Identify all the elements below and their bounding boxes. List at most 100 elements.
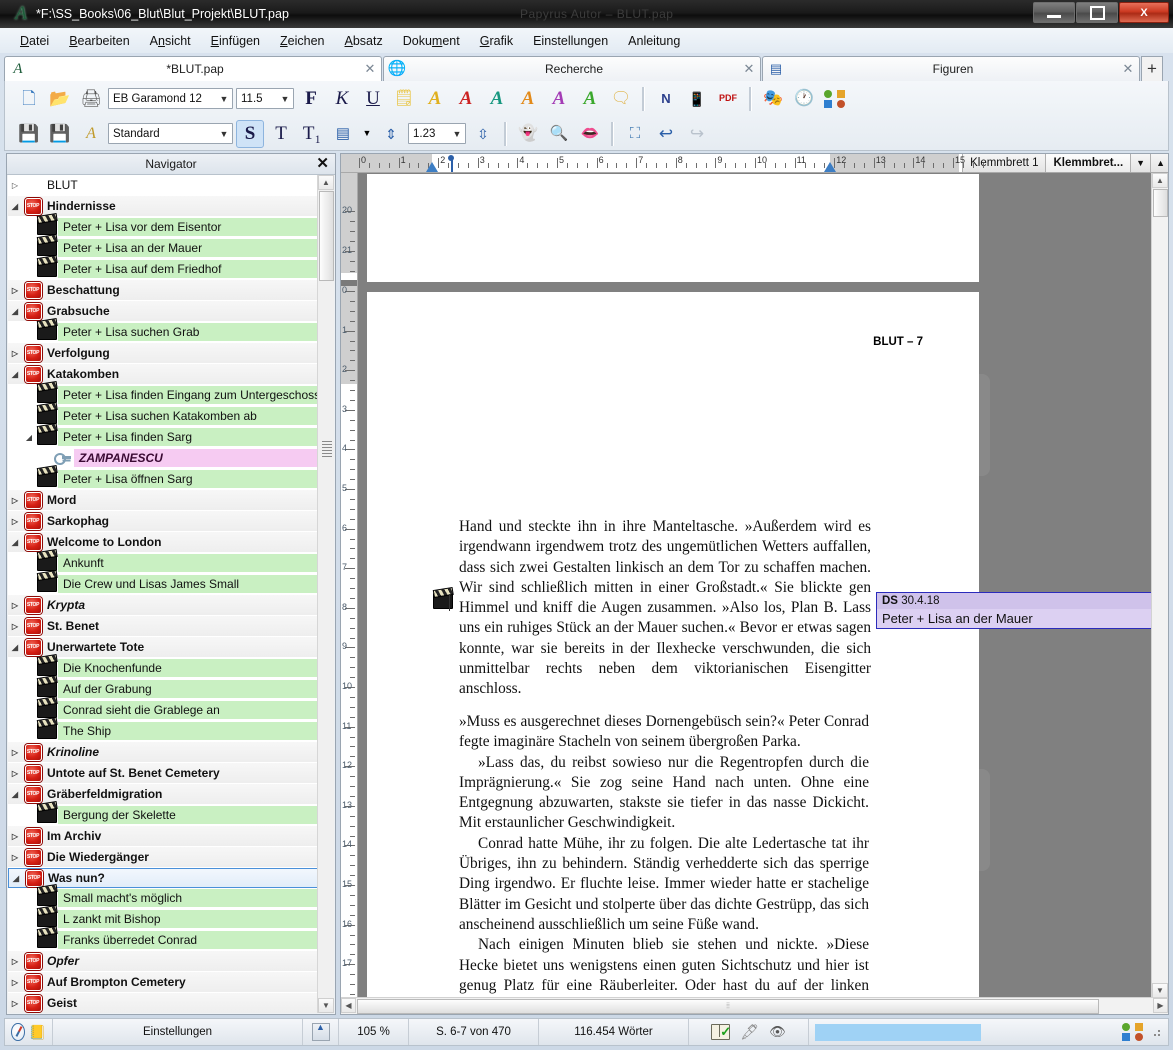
collapse-icon[interactable]: ◢: [8, 202, 22, 211]
notebook-icon[interactable]: 📒: [29, 1024, 46, 1041]
style-orange-icon[interactable]: A: [514, 85, 542, 113]
tab-close-icon[interactable]: ✕: [1117, 61, 1139, 77]
detective-icon[interactable]: 🔍: [545, 120, 573, 148]
status-zoom[interactable]: 105 %: [339, 1019, 409, 1045]
style-s-button[interactable]: S: [236, 119, 264, 148]
menu-zeichen[interactable]: Zeichen: [270, 31, 334, 51]
navigator-row[interactable]: ▷ STOP Sarkophag: [8, 511, 318, 532]
clipboard-tab-2[interactable]: Klemmbret...: [1045, 154, 1131, 172]
maximize-button[interactable]: [1076, 2, 1118, 23]
tab-figuren[interactable]: ▤ Figuren ✕: [762, 56, 1140, 81]
compass-icon[interactable]: [11, 1023, 25, 1041]
navigator-row[interactable]: ▷ STOP Mord: [8, 490, 318, 511]
line-spacing-combo[interactable]: 1.23 ▼: [408, 123, 466, 144]
mindmap-icon[interactable]: [1122, 1023, 1144, 1041]
collapse-icon[interactable]: ◢: [9, 874, 23, 883]
navigator-row[interactable]: ▷ STOP Im Archiv: [8, 826, 318, 847]
scroll-up-button[interactable]: ▲: [1152, 173, 1168, 188]
expand-icon[interactable]: ▷: [8, 181, 22, 190]
style-purple-icon[interactable]: A: [545, 85, 573, 113]
document-horizontal-scrollbar[interactable]: ◀ ⦙⦙ ▶: [341, 997, 1168, 1014]
scroll-down-button[interactable]: ▼: [318, 998, 334, 1013]
save-as-icon[interactable]: 💾: [46, 120, 74, 148]
navigator-row[interactable]: Franks überredet Conrad: [8, 930, 318, 951]
footnote-icon[interactable]: N: [652, 85, 680, 113]
navigator-row[interactable]: ▷ BLUT: [8, 175, 318, 196]
expand-icon[interactable]: ▷: [8, 832, 22, 841]
menu-dokument[interactable]: Dokument: [393, 31, 470, 51]
paragraph-block-2[interactable]: »Muss es ausgerechnet dieses Dornengebüs…: [459, 712, 869, 998]
updown-icon[interactable]: [311, 1022, 330, 1041]
navigator-row[interactable]: ▷ STOP Untote auf St. Benet Cemetery: [8, 763, 318, 784]
menu-datei[interactable]: Datei: [10, 31, 59, 51]
collapse-icon[interactable]: ◢: [22, 433, 36, 442]
navigator-row[interactable]: ▷ STOP Verfolgung: [8, 343, 318, 364]
collapse-icon[interactable]: ◢: [8, 370, 22, 379]
fullscreen-icon[interactable]: ⛶: [621, 120, 649, 148]
expand-icon[interactable]: ▷: [8, 286, 22, 295]
expand-icon[interactable]: ▷: [8, 349, 22, 358]
font-size-combo[interactable]: 11.5 ▼: [236, 88, 294, 109]
chevron-down-icon[interactable]: ▼: [216, 94, 232, 104]
expand-icon[interactable]: ▷: [8, 853, 22, 862]
style-t1-button[interactable]: T₁: [298, 120, 326, 148]
collapse-icon[interactable]: ◢: [8, 307, 22, 316]
tab-blut-pap[interactable]: A *BLUT.pap ✕: [4, 56, 382, 81]
chevron-down-icon[interactable]: ▼: [277, 94, 293, 104]
chevron-down-icon[interactable]: ▼: [1130, 154, 1151, 172]
ghost-icon[interactable]: 👻: [514, 120, 542, 148]
expand-icon[interactable]: ▷: [8, 748, 22, 757]
scroll-left-button[interactable]: ◀: [341, 998, 356, 1013]
menu-einfuegen[interactable]: Einfügen: [201, 31, 270, 51]
redo-icon[interactable]: ↪: [683, 120, 711, 148]
pdf-icon[interactable]: PDF: [714, 85, 742, 113]
add-tab-button[interactable]: +: [1141, 56, 1163, 81]
scene-marker[interactable]: [433, 593, 453, 609]
tab-recherche[interactable]: 🌐 Recherche ✕: [383, 56, 761, 81]
navigator-row[interactable]: ◢ Peter + Lisa finden Sarg: [8, 427, 318, 448]
navigator-row[interactable]: ▷ STOP Opfer: [8, 951, 318, 972]
save-icon[interactable]: 💾: [15, 120, 43, 148]
style-teal-icon[interactable]: A: [483, 85, 511, 113]
scroll-up-icon[interactable]: ▲: [1150, 154, 1168, 172]
paragraph-spacing-icon[interactable]: ⇳: [469, 120, 497, 148]
scroll-thumb[interactable]: ⦙⦙: [357, 999, 1099, 1014]
style-yellow-icon[interactable]: A: [421, 85, 449, 113]
indent-marker-right[interactable]: [824, 162, 837, 172]
navigator-row[interactable]: ▷ STOP Krypta: [8, 595, 318, 616]
tab-close-icon[interactable]: ✕: [359, 61, 381, 77]
navigator-tree[interactable]: ▷ BLUT ◢ STOP Hindernisse Peter + Lisa vor de…: [8, 175, 318, 1013]
scroll-thumb[interactable]: [1153, 189, 1168, 217]
expand-icon[interactable]: ▷: [8, 517, 22, 526]
mindmap-icon[interactable]: [821, 85, 849, 113]
expand-icon[interactable]: ▷: [8, 957, 22, 966]
scroll-thumb[interactable]: [319, 191, 334, 281]
collapse-icon[interactable]: ◢: [8, 643, 22, 652]
tab-close-icon[interactable]: ✕: [738, 61, 760, 77]
close-button[interactable]: X: [1119, 2, 1169, 23]
open-folder-icon[interactable]: 📂: [46, 85, 74, 113]
menu-absatz[interactable]: Absatz: [335, 31, 393, 51]
navigator-row[interactable]: ▷ STOP Krinoline: [8, 742, 318, 763]
paragraph-block-1[interactable]: Hand und steckte ihn in ihre Manteltasch…: [459, 517, 871, 700]
printer-icon[interactable]: 🖨: [77, 85, 105, 113]
navigator-grip[interactable]: [322, 441, 332, 459]
clock-icon[interactable]: 🕐: [790, 85, 818, 113]
eye-icon[interactable]: 👁: [769, 1024, 786, 1040]
menu-anleitung[interactable]: Anleitung: [618, 31, 690, 51]
ruler-icon[interactable]: A: [77, 120, 105, 148]
chevron-down-icon[interactable]: ▼: [216, 129, 232, 139]
navigator-row[interactable]: ▷ STOP Die Wiedergänger: [8, 847, 318, 868]
collapse-icon[interactable]: ◢: [8, 790, 22, 799]
font-name-combo[interactable]: EB Garamond 12 ▼: [108, 88, 233, 109]
sticky-note-icon[interactable]: 🗒: [390, 85, 418, 113]
menu-grafik[interactable]: Grafik: [470, 31, 523, 51]
expand-icon[interactable]: ▷: [8, 601, 22, 610]
speech-bubble-icon[interactable]: 🗨: [607, 85, 635, 113]
page-current[interactable]: BLUT – 7 Hand und steckte ihn in ihre Ma…: [367, 292, 979, 998]
menu-bearbeiten[interactable]: Bearbeiten: [59, 31, 139, 51]
clipboard-tab-1[interactable]: Klemmbrett 1: [962, 154, 1046, 172]
tab-stop-marker[interactable]: [448, 155, 454, 172]
expand-icon[interactable]: ▷: [8, 496, 22, 505]
lips-icon[interactable]: 👄: [576, 120, 604, 148]
